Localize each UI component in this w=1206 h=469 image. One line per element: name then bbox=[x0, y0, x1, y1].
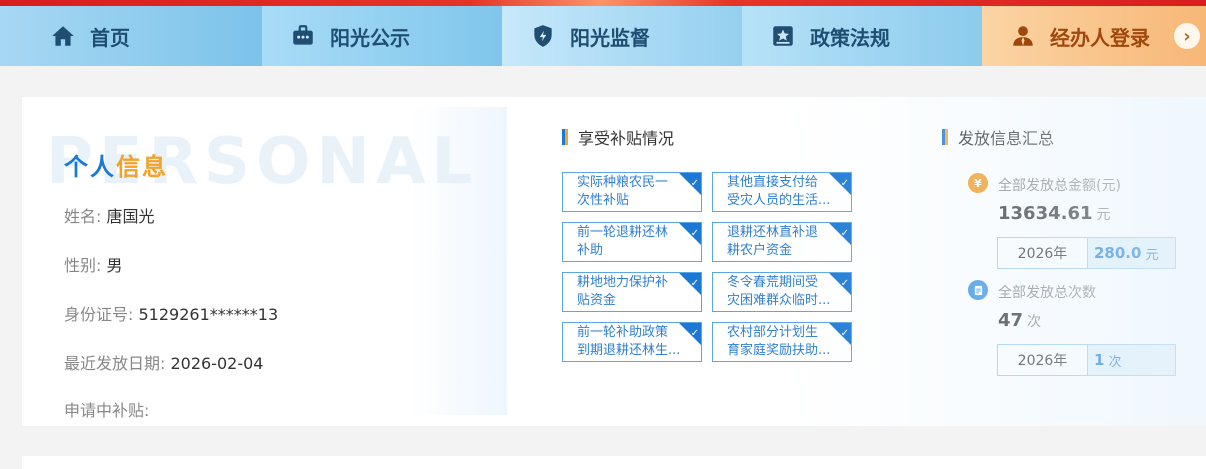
check-corner-icon: ✓ bbox=[829, 273, 851, 295]
field-id-label: 身份证号: bbox=[64, 305, 134, 324]
briefcase-icon bbox=[290, 23, 316, 49]
section-bar-icon bbox=[942, 129, 948, 145]
check-corner-icon: ✓ bbox=[829, 323, 851, 345]
subsidy-tag[interactable]: 退耕还林直补退 耕农户资金 ✓ bbox=[712, 222, 852, 262]
star-document-icon bbox=[770, 23, 796, 49]
bottom-panel bbox=[22, 456, 1206, 469]
field-name-label: 姓名: bbox=[64, 207, 102, 226]
total-count-value: 47 bbox=[998, 310, 1024, 331]
user-icon bbox=[1010, 23, 1036, 49]
total-count-unit: 次 bbox=[1027, 314, 1042, 330]
subsidy-tag[interactable]: 实际种粮农民一 次性补贴 ✓ bbox=[562, 172, 702, 212]
field-name-value: 唐国光 bbox=[106, 207, 155, 226]
check-corner-icon: ✓ bbox=[679, 173, 701, 195]
subsidy-tag-line2: 到期退耕还林生... bbox=[577, 343, 681, 358]
check-corner-icon: ✓ bbox=[679, 323, 701, 345]
subsidy-tag-line1: 前一轮退耕还林 bbox=[577, 225, 669, 240]
field-last-date: 最近发放日期: 2026-02-04 bbox=[64, 350, 263, 374]
nav-next-arrow-icon[interactable]: › bbox=[1174, 23, 1200, 49]
subsidy-tag-line1: 农村部分计划生 bbox=[727, 325, 819, 340]
count-year-number: 1 bbox=[1094, 351, 1105, 369]
amount-year-unit: 元 bbox=[1145, 247, 1159, 263]
subsidy-tag-line2: 灾困难群众临时... bbox=[727, 293, 831, 308]
main-nav: 首页 阳光公示 阳光监督 政策法规 经办人登录 › bbox=[0, 6, 1206, 66]
amount-year-value: 280.0 元 bbox=[1088, 238, 1175, 268]
field-name: 姓名: 唐国光 bbox=[64, 203, 155, 227]
nav-policy[interactable]: 政策法规 bbox=[742, 6, 982, 66]
shield-icon bbox=[530, 23, 556, 49]
subsidy-tag-line1: 其他直接支付给 bbox=[727, 175, 819, 190]
summary-section-title: 发放信息汇总 bbox=[942, 125, 1054, 149]
subsidy-tag-line2: 育家庭奖励扶助... bbox=[727, 343, 831, 358]
total-amount-label: 全部发放总金额(元) bbox=[998, 178, 1121, 194]
subsidy-tag[interactable]: 前一轮补助政策 到期退耕还林生... ✓ bbox=[562, 322, 702, 362]
subsidy-tag[interactable]: 耕地地力保护补 贴资金 ✓ bbox=[562, 272, 702, 312]
subsidies-section-title: 享受补贴情况 bbox=[562, 125, 674, 149]
personal-title-part-b: 信息 bbox=[116, 153, 168, 181]
check-corner-icon: ✓ bbox=[679, 223, 701, 245]
field-last-date-value: 2026-02-04 bbox=[170, 354, 264, 373]
subsidy-tag-line2: 补助 bbox=[577, 243, 604, 258]
nav-agent-login[interactable]: 经办人登录 › bbox=[982, 6, 1206, 66]
subsidies-title-text: 享受补贴情况 bbox=[578, 129, 675, 148]
count-year-unit: 次 bbox=[1108, 354, 1122, 370]
field-gender-value: 男 bbox=[106, 256, 123, 275]
nav-public-label: 阳光公示 bbox=[330, 25, 410, 50]
nav-supervision-label: 阳光监督 bbox=[570, 25, 650, 50]
subsidy-tag[interactable]: 冬令春荒期间受 灾困难群众临时... ✓ bbox=[712, 272, 852, 312]
field-id: 身份证号: 5129261******13 bbox=[64, 301, 278, 325]
nav-home-label: 首页 bbox=[90, 25, 130, 50]
amount-year-selector[interactable]: 2026年 bbox=[998, 238, 1088, 268]
subsidy-tag[interactable]: 农村部分计划生 育家庭奖励扶助... ✓ bbox=[712, 322, 852, 362]
personal-info-panel: PERSONAL 个人信息 姓名: 唐国光 性别: 男 身份证号: 512926… bbox=[22, 107, 507, 420]
document-icon bbox=[968, 280, 988, 300]
subsidy-tag-line2: 受灾人员的生活... bbox=[727, 193, 831, 208]
main-panel: PERSONAL 个人信息 姓名: 唐国光 性别: 男 身份证号: 512926… bbox=[22, 97, 1206, 426]
personal-title-part-a: 个人 bbox=[64, 153, 116, 181]
check-corner-icon: ✓ bbox=[829, 173, 851, 195]
subsidy-tag-line1: 冬令春荒期间受 bbox=[727, 275, 819, 290]
subsidy-tag-line1: 退耕还林直补退 bbox=[727, 225, 819, 240]
subsidy-tag-line2: 次性补贴 bbox=[577, 193, 630, 208]
subsidy-tag-line2: 贴资金 bbox=[577, 293, 617, 308]
field-applying-label: 申请中补贴: bbox=[64, 401, 150, 420]
count-year-box: 2026年 1次 bbox=[997, 344, 1176, 376]
check-corner-icon: ✓ bbox=[829, 223, 851, 245]
total-count-label: 全部发放总次数 bbox=[998, 285, 1096, 301]
field-applying: 申请中补贴: bbox=[64, 397, 149, 421]
total-count: 47 次 bbox=[998, 310, 1041, 331]
count-year-selector[interactable]: 2026年 bbox=[998, 345, 1088, 375]
subsidy-tag-line1: 耕地地力保护补 bbox=[577, 275, 669, 290]
personal-info-title: 个人信息 bbox=[64, 147, 168, 182]
amount-year-box: 2026年 280.0 元 bbox=[997, 237, 1176, 269]
subsidy-tag[interactable]: 其他直接支付给 受灾人员的生活... ✓ bbox=[712, 172, 852, 212]
yuan-coin-icon: ¥ bbox=[968, 173, 988, 193]
nav-agent-login-label: 经办人登录 bbox=[1050, 25, 1150, 50]
nav-supervision[interactable]: 阳光监督 bbox=[502, 6, 742, 66]
field-gender-label: 性别: bbox=[64, 256, 102, 275]
summary-title-text: 发放信息汇总 bbox=[958, 129, 1055, 148]
check-corner-icon: ✓ bbox=[679, 273, 701, 295]
total-amount-value: 13634.61 bbox=[998, 203, 1093, 224]
section-bar-icon bbox=[562, 129, 568, 145]
field-gender: 性别: 男 bbox=[64, 252, 123, 276]
count-year-value: 1次 bbox=[1088, 345, 1175, 375]
subsidy-tag[interactable]: 前一轮退耕还林 补助 ✓ bbox=[562, 222, 702, 262]
nav-home[interactable]: 首页 bbox=[0, 6, 262, 66]
amount-year-number: 280.0 bbox=[1094, 244, 1142, 262]
subsidy-tag-line2: 耕农户资金 bbox=[727, 243, 793, 258]
subsidy-tag-line1: 前一轮补助政策 bbox=[577, 325, 669, 340]
nav-public[interactable]: 阳光公示 bbox=[262, 6, 502, 66]
field-last-date-label: 最近发放日期: bbox=[64, 354, 166, 373]
field-id-value: 5129261******13 bbox=[138, 305, 279, 324]
nav-policy-label: 政策法规 bbox=[810, 25, 890, 50]
subsidy-tag-line1: 实际种粮农民一 bbox=[577, 175, 669, 190]
home-icon bbox=[50, 23, 76, 49]
total-amount-unit: 元 bbox=[1096, 207, 1111, 223]
total-amount: 13634.61 元 bbox=[998, 203, 1111, 224]
